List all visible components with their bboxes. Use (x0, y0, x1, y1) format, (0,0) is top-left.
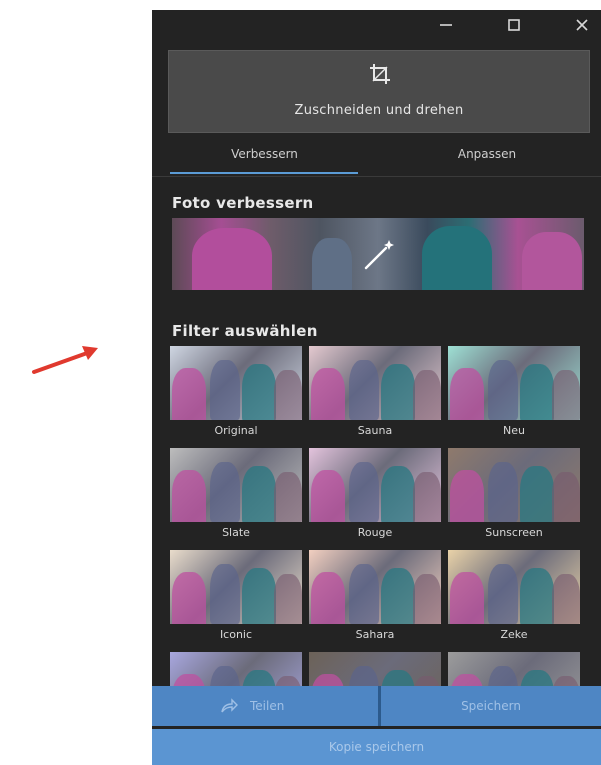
share-label: Teilen (250, 699, 285, 713)
filter-thumbnail (170, 550, 302, 624)
filter-label: Iconic (219, 628, 253, 641)
save-button[interactable]: Speichern (381, 686, 601, 726)
thumbnail-figure (172, 470, 206, 522)
filter-thumbnail (170, 448, 302, 522)
share-icon (221, 698, 238, 713)
thumbnail-figure (520, 364, 554, 420)
filter-label: Rouge (357, 526, 393, 539)
thumbnail-figure (274, 472, 302, 522)
thumbnail-figure (381, 568, 415, 624)
thumbnail-figure (488, 360, 518, 420)
thumbnail-figure (381, 466, 415, 522)
thumbnail-figure (552, 472, 580, 522)
magic-wand-icon (364, 240, 394, 270)
thumbnail-figure (488, 462, 518, 522)
crop-rotate-icon (370, 64, 390, 84)
thumbnail-figure (242, 568, 276, 624)
thumbnail-figure (450, 572, 484, 624)
thumbnail-figure (242, 466, 276, 522)
thumbnail-figure (311, 470, 345, 522)
thumbnail-figure (413, 370, 441, 420)
tab-divider (152, 176, 601, 177)
thumbnail-figure (552, 370, 580, 420)
photo-figure (192, 228, 272, 290)
filter-label: Zeke (500, 628, 528, 641)
close-icon[interactable] (572, 16, 592, 34)
thumbnail-figure (488, 564, 518, 624)
thumbnail-figure (413, 574, 441, 624)
save-copy-button[interactable]: Kopie speichern (152, 729, 601, 765)
filter-label: Sauna (357, 424, 393, 437)
photo-figure (312, 238, 352, 290)
title-bar (152, 10, 601, 40)
filter-thumbnail (309, 448, 441, 522)
crop-rotate-label: Zuschneiden und drehen (294, 103, 464, 118)
maximize-icon[interactable] (504, 16, 524, 34)
thumbnail-figure (274, 370, 302, 420)
thumbnail-figure (172, 572, 206, 624)
annotation-arrow (32, 346, 98, 374)
thumbnail-figure (172, 368, 206, 420)
filter-label: Neu (503, 424, 525, 437)
filter-thumbnail (309, 346, 441, 420)
thumbnail-figure (450, 470, 484, 522)
filter-thumbnail (448, 346, 580, 420)
share-button[interactable]: Teilen (152, 686, 378, 726)
filter-thumbnail (309, 550, 441, 624)
filter-heading: Filter auswählen (172, 322, 318, 340)
filter-thumbnail (448, 550, 580, 624)
filter-label: Sahara (355, 628, 395, 641)
photo-figure (522, 232, 582, 290)
thumbnail-figure (210, 564, 240, 624)
thumbnail-figure (349, 564, 379, 624)
filter-label: Sunscreen (485, 526, 543, 539)
thumbnail-figure (413, 472, 441, 522)
minimize-icon[interactable] (436, 16, 456, 34)
selected-tab-indicator (170, 172, 358, 174)
thumbnail-figure (210, 462, 240, 522)
thumbnail-figure (349, 462, 379, 522)
thumbnail-figure (520, 568, 554, 624)
filter-thumbnail (448, 448, 580, 522)
photos-edit-panel: Zuschneiden und drehen Verbessern Anpass… (152, 10, 601, 765)
enhance-photo-button[interactable] (172, 218, 584, 290)
thumbnail-figure (450, 368, 484, 420)
thumbnail-figure (552, 574, 580, 624)
photo-figure (422, 226, 492, 290)
thumbnail-figure (210, 360, 240, 420)
tab-adjust[interactable]: Anpassen (402, 140, 572, 168)
filter-label: Original (214, 424, 258, 437)
filter-thumbnail (170, 346, 302, 420)
thumbnail-figure (311, 572, 345, 624)
thumbnail-figure (242, 364, 276, 420)
enhance-heading: Foto verbessern (172, 194, 314, 212)
filter-label: Slate (222, 526, 250, 539)
thumbnail-figure (311, 368, 345, 420)
thumbnail-figure (520, 466, 554, 522)
action-bar: Teilen Speichern Kopie speichern (152, 686, 601, 765)
thumbnail-figure (349, 360, 379, 420)
crop-rotate-button[interactable]: Zuschneiden und drehen (168, 50, 590, 133)
thumbnail-figure (381, 364, 415, 420)
tab-enhance[interactable]: Verbessern (172, 140, 357, 168)
thumbnail-figure (274, 574, 302, 624)
